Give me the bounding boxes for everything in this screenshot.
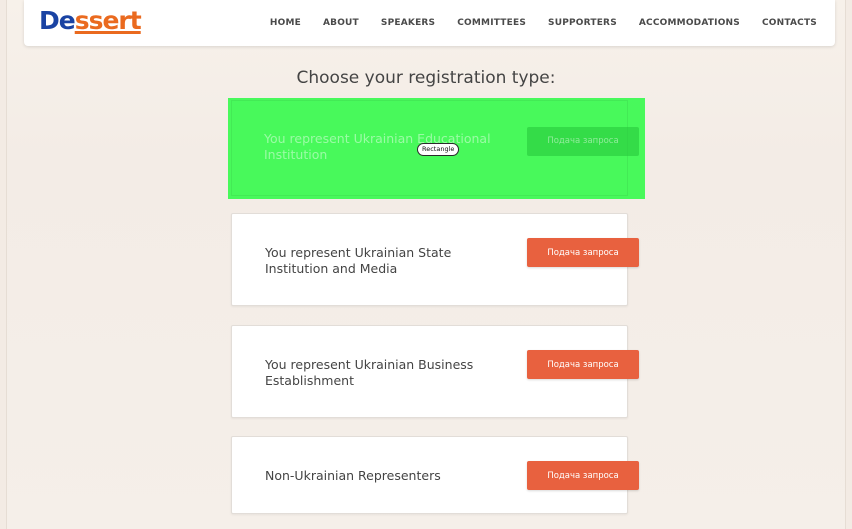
- site-header: Dessert HOME ABOUT SPEAKERS COMMITTEES S…: [24, 0, 835, 46]
- registration-card-business: You represent Ukrainian Business Establi…: [231, 325, 639, 418]
- main-nav: HOME ABOUT SPEAKERS COMMITTEES SUPPORTER…: [270, 18, 817, 28]
- nav-contacts[interactable]: CONTACTS: [762, 18, 817, 28]
- card-label: You represent Ukrainian State Institutio…: [265, 245, 452, 276]
- submit-request-button[interactable]: Подача запроса: [527, 238, 639, 267]
- card-label: Non-Ukrainian Representers: [265, 468, 441, 483]
- nav-home[interactable]: HOME: [270, 18, 301, 28]
- highlight-overlay[interactable]: You represent Ukrainian Educational Inst…: [228, 98, 645, 199]
- nav-speakers[interactable]: SPEAKERS: [381, 18, 435, 28]
- card-label: You represent Ukrainian Educational Inst…: [264, 131, 491, 162]
- nav-about[interactable]: ABOUT: [323, 18, 359, 28]
- nav-committees[interactable]: COMMITTEES: [457, 18, 526, 28]
- nav-supporters[interactable]: SUPPORTERS: [548, 18, 617, 28]
- card-label: You represent Ukrainian Business Establi…: [265, 357, 474, 388]
- registration-card-non-ukrainian: Non-Ukrainian Representers Подача запрос…: [231, 436, 639, 514]
- site-logo[interactable]: Dessert: [39, 6, 142, 36]
- submit-request-button[interactable]: Подача запроса: [527, 461, 639, 490]
- submit-request-button[interactable]: Подача запроса: [527, 127, 639, 156]
- logo-part-2: ssert: [74, 6, 142, 35]
- submit-request-button[interactable]: Подача запроса: [527, 350, 639, 379]
- page-title: Choose your registration type:: [296, 68, 556, 88]
- registration-card-state: You represent Ukrainian State Institutio…: [231, 213, 639, 306]
- logo-part-1: De: [39, 6, 76, 35]
- nav-accommodations[interactable]: ACCOMMODATIONS: [639, 18, 740, 28]
- overlay-label-tag: Rectangle: [417, 143, 460, 156]
